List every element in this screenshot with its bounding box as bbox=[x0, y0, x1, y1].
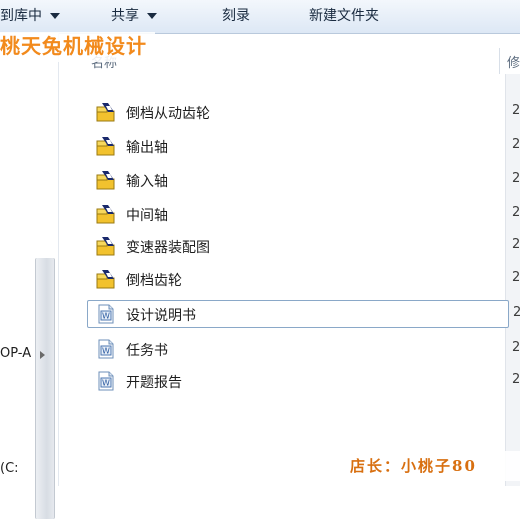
cad-file-icon bbox=[96, 270, 115, 289]
file-row[interactable]: 倒档齿轮 2 bbox=[88, 266, 520, 292]
file-row[interactable]: 倒档从动齿轮 2 bbox=[88, 99, 520, 125]
chevron-down-icon bbox=[147, 13, 157, 19]
file-row[interactable]: 输出轴 2 bbox=[88, 133, 520, 159]
file-name: 输入轴 bbox=[126, 174, 168, 190]
file-name: 变速器装配图 bbox=[126, 240, 210, 256]
file-row[interactable]: 输入轴 2 bbox=[88, 167, 520, 193]
file-name: 输出轴 bbox=[126, 140, 168, 156]
svg-text:W: W bbox=[102, 379, 110, 388]
file-name: 设计说明书 bbox=[126, 308, 196, 324]
watermark-shop-owner: 店长：小桃子80 bbox=[350, 451, 520, 481]
file-row[interactable]: 中间轴 2 bbox=[88, 201, 520, 227]
include-in-library-label: 到库中 bbox=[0, 8, 42, 24]
burn-label: 刻录 bbox=[222, 8, 250, 24]
new-folder-label: 新建文件夹 bbox=[309, 8, 379, 24]
file-name: 倒档从动齿轮 bbox=[126, 106, 210, 122]
column-divider[interactable] bbox=[499, 48, 500, 74]
word-document-icon: W bbox=[98, 339, 114, 359]
nav-item-drive[interactable]: OP-A bbox=[0, 346, 31, 361]
word-document-icon: W bbox=[98, 371, 114, 391]
file-date: 2 bbox=[512, 205, 520, 220]
svg-text:W: W bbox=[102, 312, 110, 321]
include-in-library-button[interactable]: 到库中 bbox=[0, 6, 60, 26]
file-date: 2 bbox=[513, 305, 520, 320]
file-row-selected[interactable]: W 设计说明书 2 bbox=[87, 300, 520, 328]
file-date: 2 bbox=[512, 270, 520, 285]
file-date: 2 bbox=[512, 340, 520, 355]
file-row[interactable]: W 开题报告 2 bbox=[88, 368, 520, 394]
cad-file-icon bbox=[96, 103, 115, 122]
cad-file-icon bbox=[96, 171, 115, 190]
file-name: 中间轴 bbox=[126, 208, 168, 224]
navigation-pane: OP-A (C: bbox=[0, 33, 59, 519]
file-date: 2 bbox=[512, 137, 520, 152]
watermark-shop-name: 桃天兔机械设计 bbox=[0, 32, 155, 62]
word-document-icon: W bbox=[98, 304, 114, 324]
cad-file-icon bbox=[96, 205, 115, 224]
navigation-scrollbar[interactable] bbox=[35, 258, 55, 519]
share-button[interactable]: 共享 bbox=[111, 6, 157, 26]
expand-arrow-icon[interactable] bbox=[40, 351, 45, 359]
file-date: 2 bbox=[512, 372, 520, 387]
column-date-header[interactable]: 修 bbox=[507, 52, 520, 71]
file-date: 2 bbox=[512, 237, 520, 252]
nav-item-c-drive[interactable]: (C: bbox=[0, 461, 19, 476]
file-date: 2 bbox=[512, 103, 520, 118]
share-label: 共享 bbox=[111, 8, 139, 24]
svg-text:W: W bbox=[102, 347, 110, 356]
file-name: 任务书 bbox=[126, 343, 168, 359]
command-toolbar: 到库中 共享 刻录 新建文件夹 bbox=[0, 0, 520, 34]
file-row[interactable]: 变速器装配图 2 bbox=[88, 233, 520, 259]
file-row[interactable]: W 任务书 2 bbox=[88, 336, 520, 362]
file-name: 开题报告 bbox=[126, 375, 182, 391]
burn-button[interactable]: 刻录 bbox=[222, 6, 250, 26]
new-folder-button[interactable]: 新建文件夹 bbox=[309, 6, 379, 26]
file-date: 2 bbox=[512, 171, 520, 186]
cad-file-icon bbox=[96, 237, 115, 256]
file-name: 倒档齿轮 bbox=[126, 273, 182, 289]
cad-file-icon bbox=[96, 137, 115, 156]
chevron-down-icon bbox=[50, 13, 60, 19]
